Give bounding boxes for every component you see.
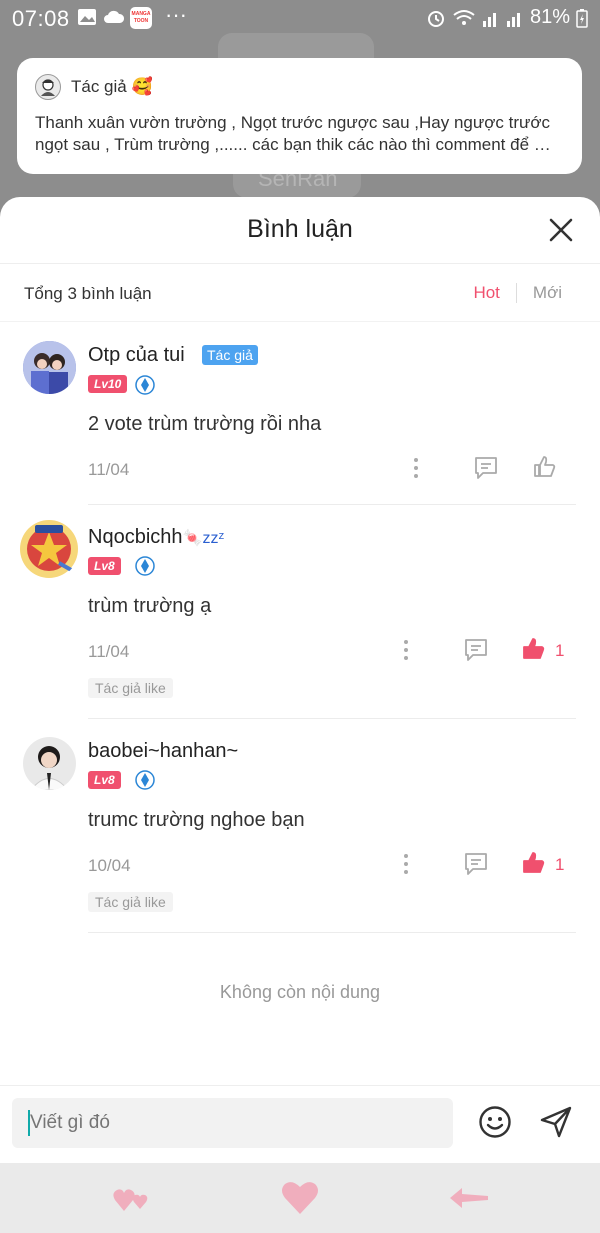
hearts-icon[interactable] bbox=[112, 1185, 152, 1213]
sort-new-tab[interactable]: Mới bbox=[533, 283, 562, 303]
more-vertical-icon[interactable] bbox=[412, 457, 420, 479]
more-vertical-icon[interactable] bbox=[402, 639, 410, 661]
sheet-title: Bình luận bbox=[247, 215, 353, 243]
comment-input-bar bbox=[0, 1085, 600, 1163]
comment-input[interactable] bbox=[12, 1098, 453, 1148]
comment-text: trumc trường nghoe bạn bbox=[88, 809, 305, 831]
text-caret bbox=[28, 1110, 30, 1136]
avatar-image bbox=[23, 737, 76, 790]
username-decoration: 🍬zzᶻ bbox=[182, 530, 225, 547]
wifi-icon bbox=[453, 9, 475, 25]
author-liked-tag: Tác giả like bbox=[88, 892, 173, 912]
level-badge: Lv8 bbox=[88, 771, 121, 789]
comment-username[interactable]: Nqocbichh🍬zzᶻ bbox=[88, 526, 224, 549]
sheet-header: Bình luận bbox=[0, 197, 600, 264]
sort-divider bbox=[515, 283, 517, 303]
author-note-text: Thanh xuân vườn trường , Ngọt trước ngượ… bbox=[35, 113, 551, 154]
heart-icon[interactable] bbox=[280, 1180, 320, 1216]
bottom-toolbar bbox=[0, 1163, 600, 1233]
comment-username[interactable]: baobei~hanhan~ bbox=[88, 740, 238, 763]
comment-icon[interactable] bbox=[473, 455, 499, 481]
author-note-header: Tác giả 🥰 bbox=[35, 74, 564, 100]
comment-text: trùm trường ạ bbox=[88, 595, 212, 617]
signal-icon bbox=[482, 12, 496, 27]
comments-sheet: Bình luận Tổng 3 bình luận Hot Mới Otp c… bbox=[0, 197, 600, 1163]
signal-2-icon bbox=[506, 12, 520, 27]
battery-charging-icon bbox=[576, 8, 588, 28]
sort-hot-tab[interactable]: Hot bbox=[473, 283, 499, 303]
cartoon-avatar-icon bbox=[41, 79, 55, 96]
comment-icon[interactable] bbox=[463, 637, 489, 663]
comment-item: baobei~hanhan~ Lv8 trumc trường nghoe bạ… bbox=[0, 719, 600, 933]
comment-username[interactable]: Otp của tui bbox=[88, 344, 185, 367]
author-avatar bbox=[35, 74, 61, 100]
comment-divider bbox=[88, 932, 576, 933]
app-badge-icon: MANGA TOON bbox=[130, 7, 152, 29]
more-vertical-icon[interactable] bbox=[402, 853, 410, 875]
smiley-icon[interactable] bbox=[478, 1105, 512, 1139]
send-icon[interactable] bbox=[539, 1105, 573, 1139]
comment-date: 11/04 bbox=[88, 460, 130, 479]
avatar-image bbox=[20, 520, 78, 578]
alarm-icon bbox=[427, 10, 444, 27]
diamond-badge-icon bbox=[135, 375, 155, 395]
cloud-icon bbox=[104, 10, 125, 23]
gallery-icon bbox=[78, 9, 96, 25]
diamond-badge-icon bbox=[135, 556, 155, 576]
comment-text: 2 vote trùm trường rồi nha bbox=[88, 413, 322, 435]
comment-date: 11/04 bbox=[88, 642, 130, 661]
like-count: 1 bbox=[555, 855, 565, 874]
level-badge: Lv10 bbox=[88, 375, 128, 393]
sort-tabs: Hot Mới bbox=[473, 283, 562, 303]
comment-item: Otp của tui Tác giả Lv10 2 vote trùm trư… bbox=[0, 323, 600, 505]
thumbs-up-icon[interactable] bbox=[521, 636, 547, 662]
avatar[interactable] bbox=[19, 519, 79, 579]
like-count: 1 bbox=[555, 641, 565, 660]
comment-date: 10/04 bbox=[88, 856, 131, 875]
thumbs-up-icon[interactable] bbox=[521, 850, 547, 876]
comment-icon[interactable] bbox=[463, 851, 489, 877]
author-tag-badge: Tác giả bbox=[202, 345, 258, 365]
level-badge: Lv8 bbox=[88, 557, 121, 575]
avatar[interactable] bbox=[23, 737, 76, 790]
author-label: Tác giả 🥰 bbox=[71, 77, 153, 96]
status-right: 81% bbox=[426, 6, 588, 29]
avatar[interactable] bbox=[23, 341, 76, 394]
comment-total: Tổng 3 bình luận bbox=[24, 284, 152, 303]
author-liked-tag: Tác giả like bbox=[88, 678, 173, 698]
arrow-left-icon[interactable] bbox=[448, 1185, 490, 1211]
comment-item: Nqocbichh🍬zzᶻ Lv8 trùm trường ạ 11/04 1 … bbox=[0, 505, 600, 719]
close-icon[interactable] bbox=[548, 217, 574, 243]
summary-row: Tổng 3 bình luận Hot Mới bbox=[0, 264, 600, 322]
more-notifications-icon: ··· bbox=[165, 2, 187, 27]
thumbs-up-icon[interactable] bbox=[532, 454, 558, 480]
battery-percent: 81% bbox=[529, 6, 570, 28]
status-time: 07:08 bbox=[12, 6, 70, 31]
diamond-badge-icon bbox=[135, 770, 155, 790]
status-bar: 07:08 MANGA TOON ··· 81% bbox=[0, 0, 600, 36]
end-of-list-text: Không còn nội dung bbox=[219, 982, 381, 1002]
author-note-card[interactable]: Tác giả 🥰 Thanh xuân vườn trường , Ngọt … bbox=[17, 58, 582, 174]
avatar-image bbox=[23, 341, 76, 394]
